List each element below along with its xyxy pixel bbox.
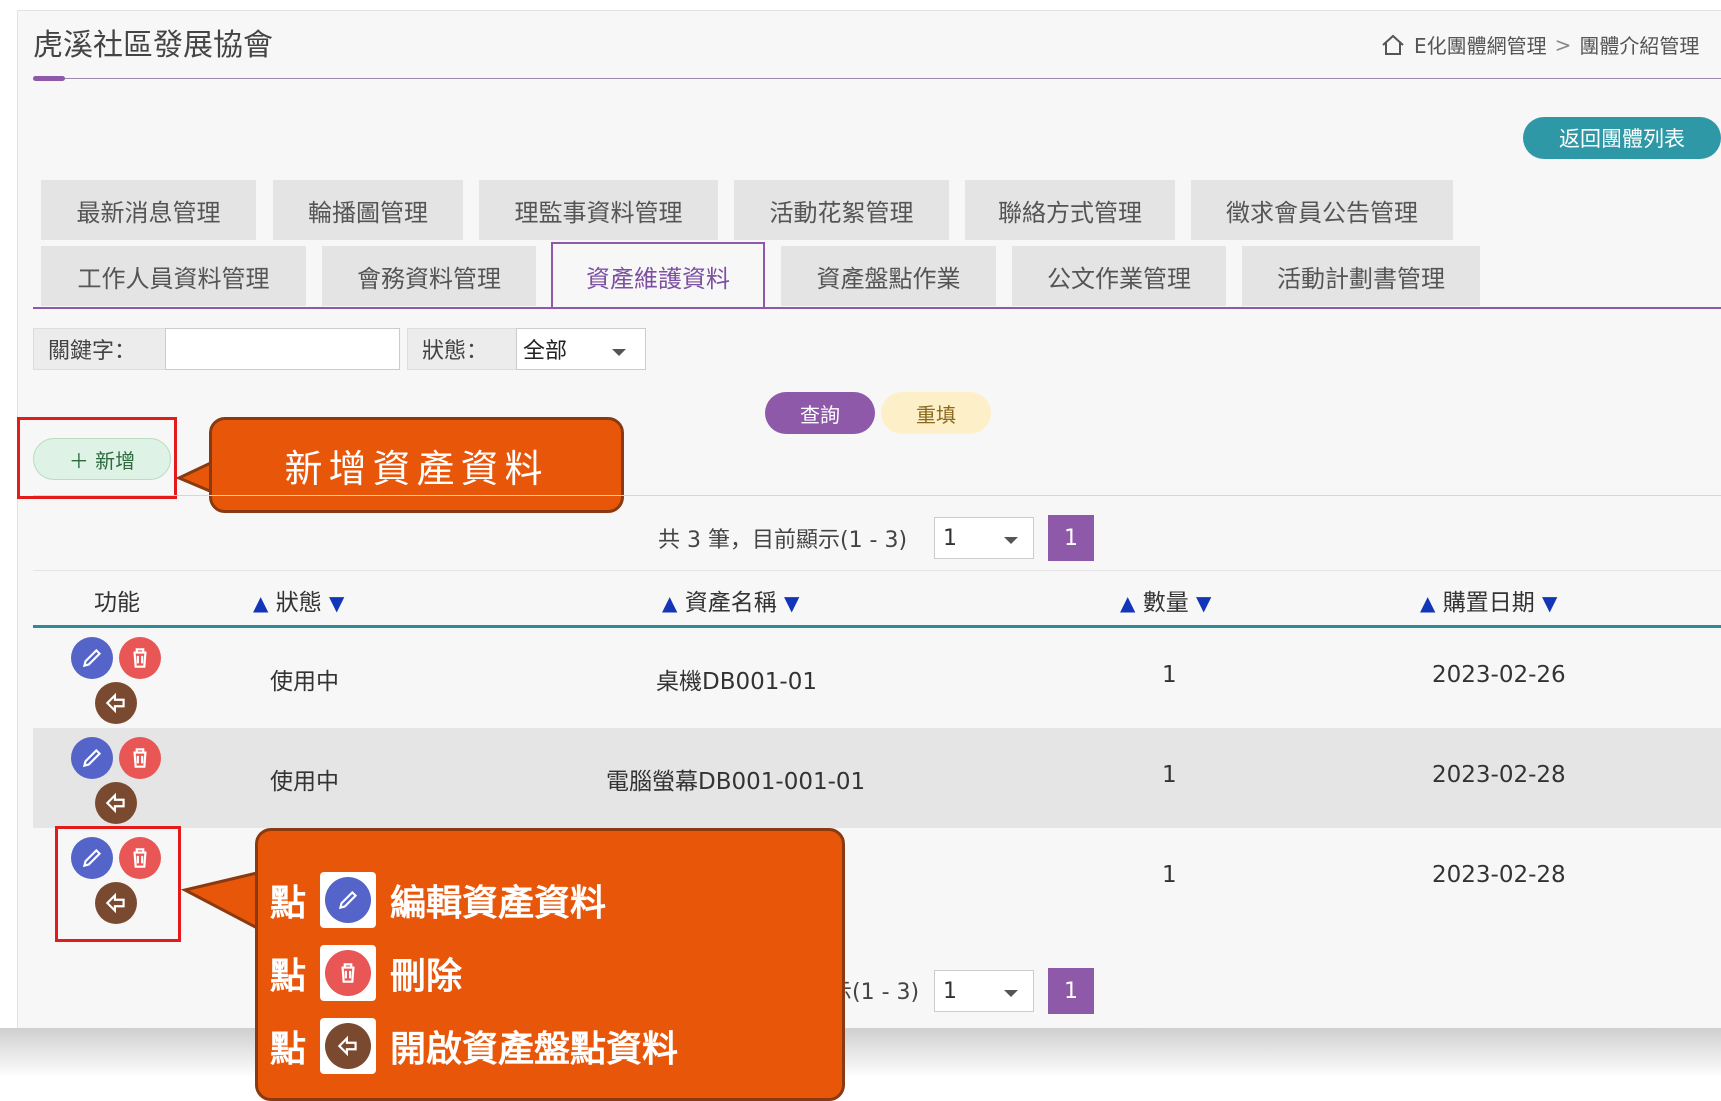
tab-contact[interactable]: 聯絡方式管理	[965, 180, 1175, 240]
pager-summary: 共 3 筆，目前顯示(1 - 3)	[658, 528, 908, 553]
page-title: 虎溪社區發展協會	[33, 28, 273, 63]
chevron-down-icon	[1004, 990, 1018, 997]
tab-news[interactable]: 最新消息管理	[41, 180, 256, 240]
legend-inventory-text: 開啟資產盤點資料	[390, 1028, 679, 1070]
breadcrumb-item-egroup[interactable]: E化團體網管理	[1414, 30, 1547, 59]
chevron-down-icon	[1004, 537, 1018, 544]
sort-down-icon[interactable]: ▼	[1196, 591, 1211, 615]
legend-inventory: 點 開啟資產盤點資料	[270, 1018, 678, 1074]
sort-up-icon[interactable]: ▲	[1120, 591, 1135, 615]
breadcrumb-item-intro[interactable]: 團體介紹管理	[1579, 30, 1699, 59]
header-quantity-label: 數量	[1142, 590, 1189, 616]
add-callout: 新增資產資料	[209, 417, 624, 513]
keyword-label: 關鍵字：	[33, 328, 166, 370]
sort-down-icon[interactable]: ▼	[1542, 591, 1557, 615]
header-status[interactable]: ▲ 狀態 ▼	[253, 583, 344, 617]
tab-activity-photos[interactable]: 活動花絮管理	[734, 180, 949, 240]
row-asset-name: 桌機DB001-01	[656, 669, 817, 695]
header-asset-name[interactable]: ▲ 資產名稱 ▼	[662, 583, 799, 617]
trash-icon	[325, 950, 372, 996]
status-label: 狀態：	[407, 328, 517, 370]
row-purchase-date: 2023-02-26	[1432, 662, 1566, 688]
edit-icon	[325, 877, 372, 923]
row-purchase-date: 2023-02-28	[1432, 862, 1566, 888]
chevron-down-icon	[612, 349, 626, 356]
actions-highlight-box	[55, 826, 181, 942]
legend-prefix: 點	[270, 1028, 307, 1070]
divider	[33, 495, 1721, 496]
row-quantity: 1	[1162, 862, 1177, 888]
inventory-check-icon[interactable]	[95, 782, 137, 824]
sort-down-icon[interactable]: ▼	[329, 591, 344, 615]
legend-delete-text: 刪除	[390, 955, 463, 997]
tab-carousel[interactable]: 輪播圖管理	[273, 180, 463, 240]
page-select[interactable]: 1	[934, 517, 1034, 559]
legend-delete: 點 刪除	[270, 945, 462, 1001]
page-select-value: 1	[943, 525, 957, 551]
legend-prefix: 點	[270, 955, 307, 997]
trash-icon[interactable]	[119, 637, 161, 679]
row-asset-name: 電腦螢幕DB001-001-01	[606, 769, 866, 795]
tab-affairs[interactable]: 會務資料管理	[322, 246, 536, 306]
title-accent-bar	[33, 76, 65, 81]
row-quantity: 1	[1162, 662, 1177, 688]
tab-activity-plans[interactable]: 活動計劃書管理	[1242, 246, 1480, 306]
row-status: 使用中	[270, 669, 339, 695]
edit-icon[interactable]	[71, 737, 113, 779]
header-quantity[interactable]: ▲ 數量 ▼	[1120, 583, 1211, 617]
status-select[interactable]: 全部	[516, 328, 646, 370]
header-status-label: 狀態	[275, 590, 322, 616]
tab-board-members[interactable]: 理監事資料管理	[479, 180, 718, 240]
status-select-value: 全部	[523, 339, 568, 364]
sort-up-icon[interactable]: ▲	[662, 591, 677, 615]
divider	[33, 570, 1721, 571]
legend-edit-icon-frame	[320, 872, 377, 928]
header-function: 功能	[94, 590, 140, 616]
edit-icon[interactable]	[71, 637, 113, 679]
row-purchase-date: 2023-02-28	[1432, 762, 1566, 788]
row-status: 使用中	[270, 769, 339, 795]
legend-inventory-icon-frame	[320, 1018, 377, 1074]
add-highlight-box	[17, 417, 177, 499]
bottom-page-number-1[interactable]: 1	[1048, 968, 1094, 1014]
tabs-underline	[33, 307, 1721, 309]
legend-prefix: 點	[270, 882, 307, 924]
home-icon[interactable]	[1380, 33, 1406, 57]
header-purchase-date[interactable]: ▲ 購置日期 ▼	[1420, 583, 1557, 617]
sort-up-icon[interactable]: ▲	[1420, 591, 1435, 615]
tab-asset-inventory[interactable]: 資產盤點作業	[781, 246, 996, 306]
page-number-1[interactable]: 1	[1048, 515, 1094, 561]
sort-up-icon[interactable]: ▲	[253, 591, 268, 615]
breadcrumb: E化團體網管理 > 團體介紹管理	[1380, 30, 1699, 59]
inventory-check-icon[interactable]	[95, 682, 137, 724]
add-callout-text: 新增資產資料	[284, 446, 549, 491]
tab-member-recruit[interactable]: 徵求會員公告管理	[1191, 180, 1453, 240]
legend-edit: 點 編輯資產資料	[270, 872, 606, 928]
table-row: 使用中 電腦螢幕DB001-001-01 1 2023-02-28	[33, 728, 1721, 828]
reset-button[interactable]: 重填	[881, 392, 991, 434]
header-asset-name-label: 資產名稱	[684, 590, 777, 616]
query-button[interactable]: 查詢	[765, 392, 875, 434]
header-purchase-date-label: 購置日期	[1442, 590, 1535, 616]
legend-edit-text: 編輯資產資料	[390, 882, 607, 924]
callout-tail	[181, 870, 261, 932]
table-row: 使用中 桌機DB001-01 1 2023-02-26	[33, 628, 1721, 728]
sort-down-icon[interactable]: ▼	[784, 591, 799, 615]
row-quantity: 1	[1162, 762, 1177, 788]
bottom-page-select-value: 1	[943, 978, 957, 1004]
back-to-list-button[interactable]: 返回團體列表	[1523, 117, 1721, 159]
keyword-input[interactable]	[165, 328, 400, 370]
legend-delete-icon-frame	[320, 945, 377, 1001]
inventory-check-icon	[325, 1023, 372, 1069]
tab-staff[interactable]: 工作人員資料管理	[41, 246, 306, 306]
breadcrumb-separator: >	[1554, 32, 1572, 57]
tab-documents[interactable]: 公文作業管理	[1012, 246, 1226, 306]
trash-icon[interactable]	[119, 737, 161, 779]
tab-asset-maintenance[interactable]: 資產維護資料	[551, 242, 765, 308]
title-divider	[33, 78, 1721, 79]
bottom-page-select[interactable]: 1	[934, 970, 1034, 1012]
